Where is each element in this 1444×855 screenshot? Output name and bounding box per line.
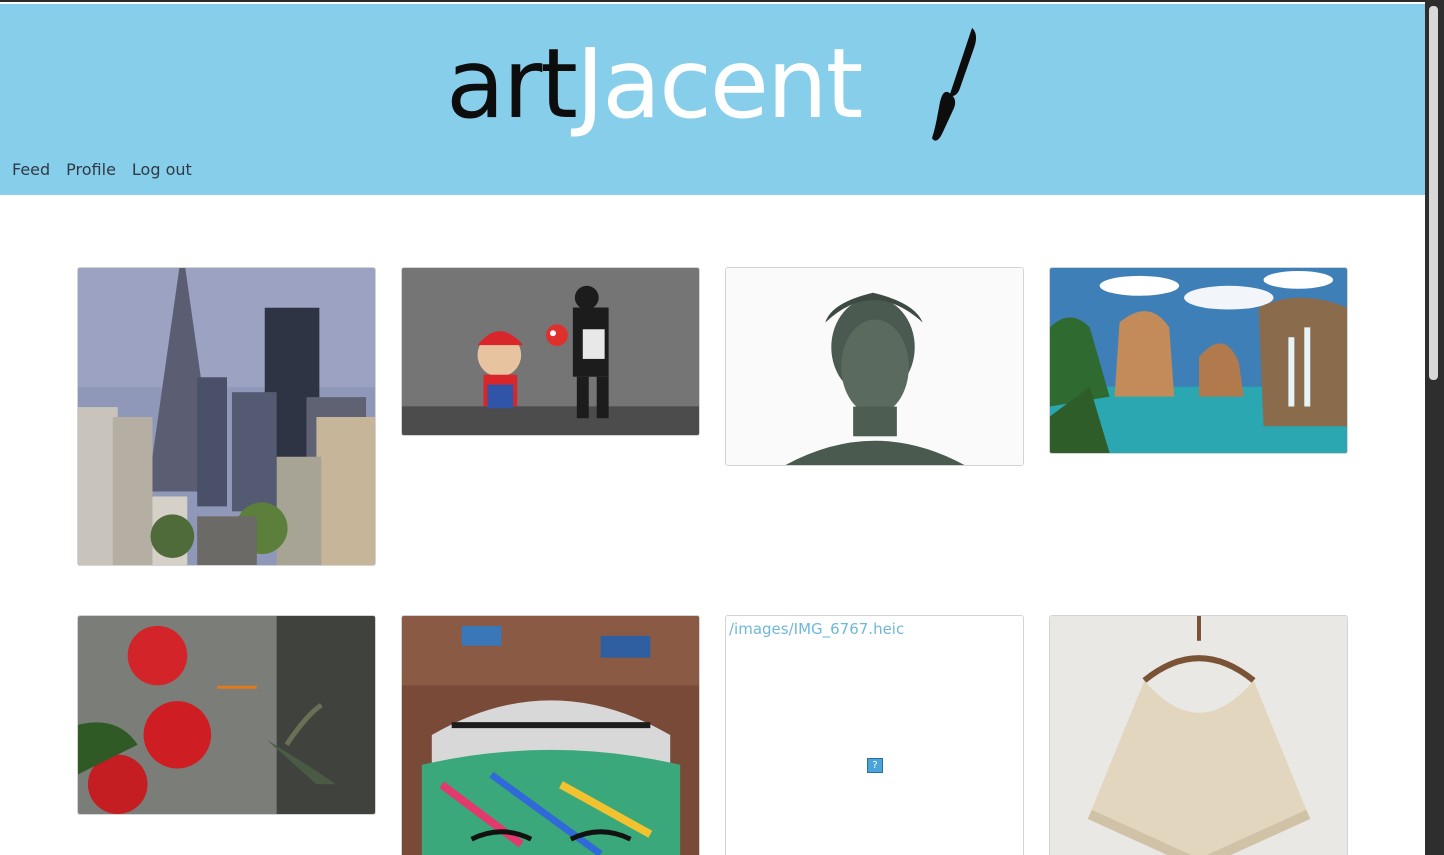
gallery-item-city[interactable] [77, 267, 376, 566]
logo-art-text: art [446, 28, 578, 140]
main-nav: Feed Profile Log out [12, 160, 192, 179]
paintbrush-icon [932, 28, 977, 141]
gallery-item-street-art-mario[interactable] [401, 267, 700, 436]
site-logo[interactable]: artJacent [446, 22, 986, 147]
gallery-item-knit-poncho[interactable] [1049, 615, 1348, 855]
hummingbird-image [78, 616, 375, 814]
gallery-item-bronze-statue[interactable] [725, 267, 1024, 466]
browser-viewport: artJacent Feed Profile Log out /images/I… [0, 0, 1425, 855]
graffiti-portrait-image [402, 616, 699, 855]
knit-poncho-image [1050, 616, 1347, 855]
fantasy-landscape-image [1050, 268, 1347, 453]
gallery-item-fantasy-landscape[interactable] [1049, 267, 1348, 454]
scrollbar-thumb[interactable] [1429, 6, 1438, 380]
city-skyline-image [78, 268, 375, 565]
logo-jacent-text: Jacent [575, 28, 863, 140]
nav-profile-link[interactable]: Profile [66, 160, 116, 179]
street-art-image [402, 268, 699, 435]
site-header: artJacent Feed Profile Log out [0, 4, 1425, 195]
broken-image-icon: ? [867, 758, 883, 773]
gallery-item-hummingbird[interactable] [77, 615, 376, 815]
gallery-item-broken-image[interactable]: /images/IMG_6767.heic ? [725, 615, 1024, 855]
broken-image-alt-text: /images/IMG_6767.heic [729, 620, 905, 638]
gallery-item-graffiti-portrait[interactable] [401, 615, 700, 855]
bronze-statue-image [726, 268, 1023, 465]
nav-feed-link[interactable]: Feed [12, 160, 50, 179]
nav-logout-link[interactable]: Log out [132, 160, 192, 179]
page-scrollbar[interactable] [1425, 0, 1444, 855]
